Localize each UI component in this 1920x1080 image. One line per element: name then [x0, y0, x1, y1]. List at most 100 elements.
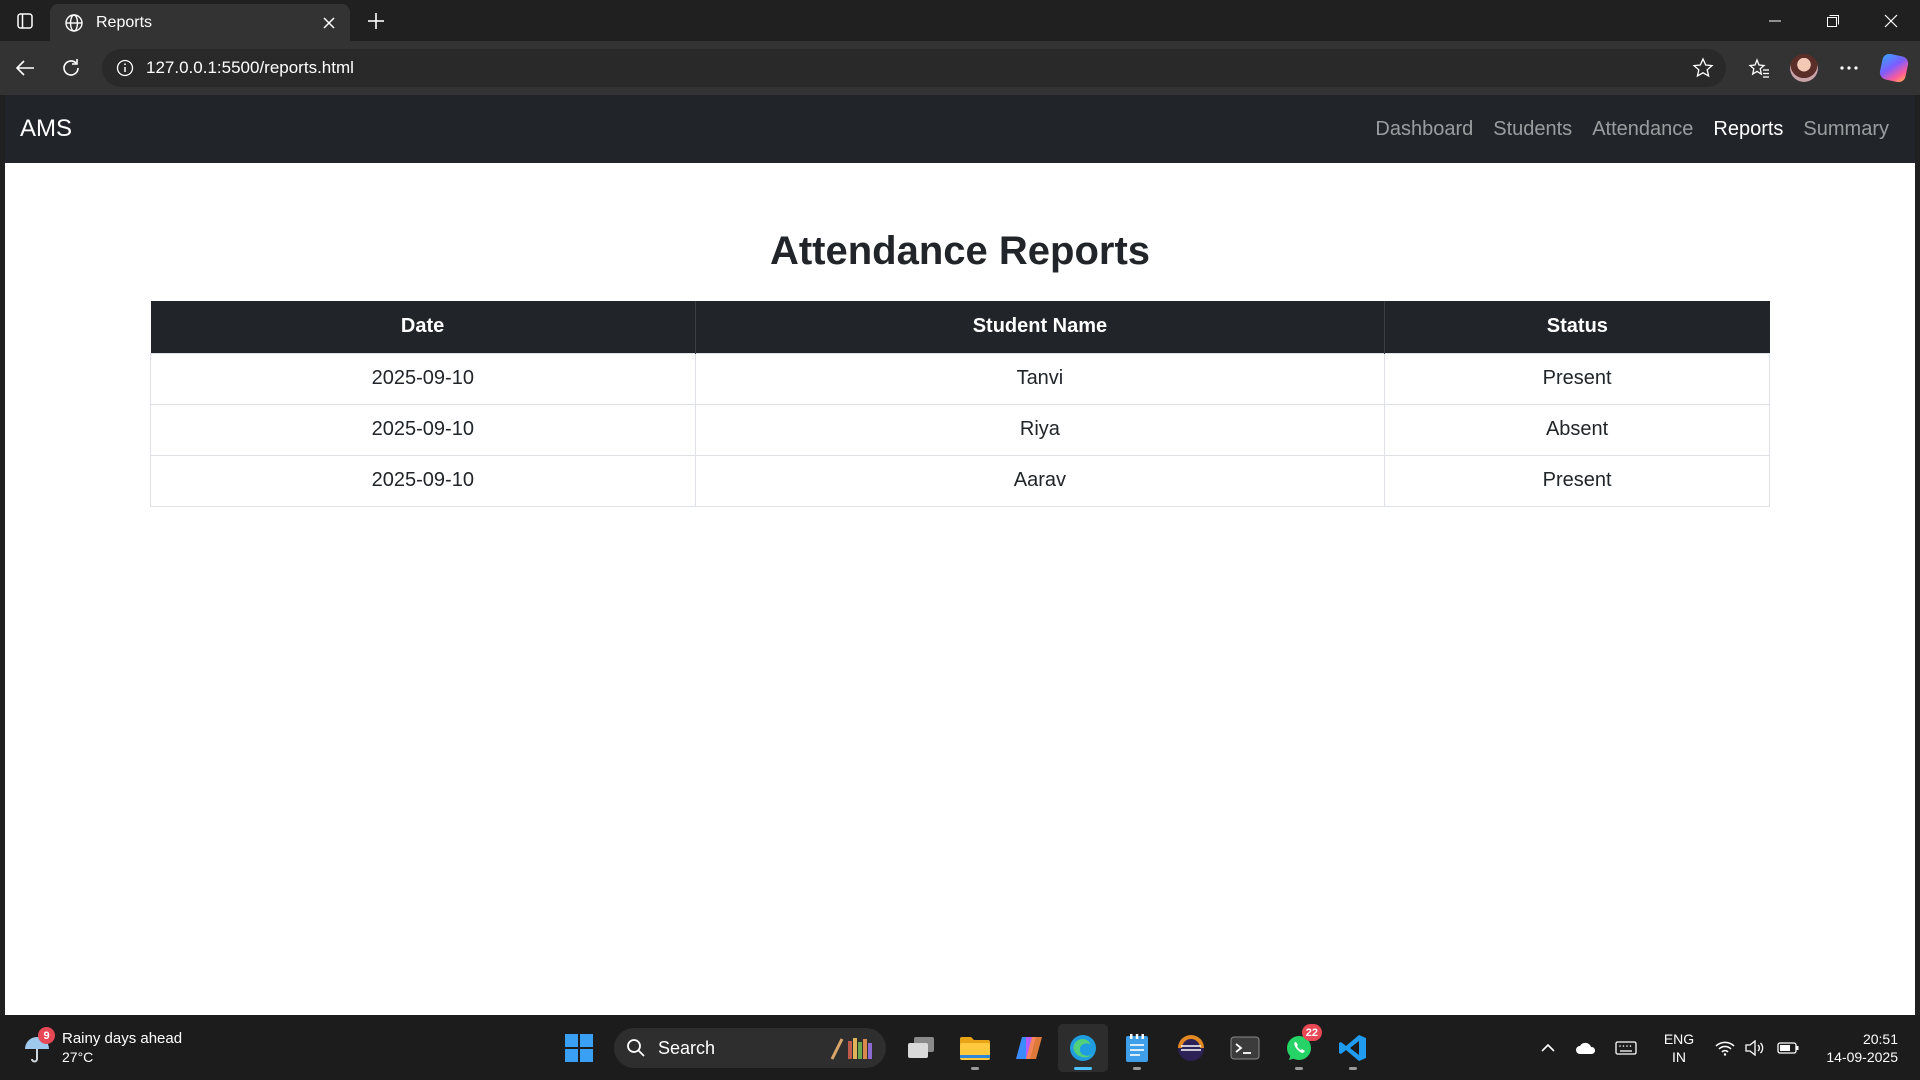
address-bar: 127.0.0.1:5500/reports.html [0, 41, 1920, 95]
umbrella-icon: 9 [22, 1027, 55, 1063]
refresh-button[interactable] [48, 45, 94, 91]
brand-logo[interactable]: AMS [20, 115, 72, 143]
close-icon [323, 16, 335, 29]
minimize-icon [1769, 20, 1781, 21]
language-code: ENG [1663, 1030, 1695, 1047]
cell-student-name: Tanvi [694, 352, 1386, 405]
cell-student-name: Aarav [694, 454, 1386, 507]
nav-link-dashboard[interactable]: Dashboard [1365, 118, 1483, 141]
restore-button[interactable] [1804, 0, 1862, 41]
column-header-status: Status [1384, 301, 1770, 353]
app-navbar: AMS Dashboard Students Attendance Report… [5, 95, 1915, 163]
running-indicator [971, 1067, 979, 1070]
taskbar-search[interactable]: Search [614, 1028, 886, 1068]
globe-icon [65, 13, 83, 32]
eclipse-icon [1178, 1035, 1204, 1061]
more-icon [1839, 66, 1858, 70]
volume-button[interactable] [1740, 1039, 1770, 1056]
file-explorer-button[interactable] [950, 1024, 1000, 1072]
search-label: Search [658, 1037, 716, 1058]
copilot-app-button[interactable] [1004, 1024, 1054, 1072]
region-code: IN [1672, 1048, 1686, 1065]
restore-icon [1827, 14, 1839, 27]
terminal-button[interactable] [1220, 1024, 1270, 1072]
cell-date: 2025-09-10 [150, 403, 696, 456]
url-field[interactable]: 127.0.0.1:5500/reports.html [102, 49, 1726, 87]
nav-link-attendance[interactable]: Attendance [1582, 118, 1703, 141]
whatsapp-badge: 22 [1301, 1024, 1322, 1041]
chevron-up-icon [1541, 1043, 1555, 1052]
notepad-button[interactable] [1112, 1024, 1162, 1072]
notepad-icon [1126, 1034, 1148, 1062]
whatsapp-button[interactable]: 22 [1274, 1024, 1324, 1072]
taskbar-apps: Search 22 [552, 1024, 1380, 1072]
column-header-student-name: Student Name [695, 301, 1386, 353]
running-indicator [1349, 1067, 1357, 1070]
info-icon[interactable] [116, 59, 134, 77]
language-indicator[interactable]: ENG IN [1654, 1030, 1704, 1066]
keyboard-button[interactable] [1606, 1040, 1646, 1056]
star-icon[interactable] [1692, 57, 1714, 79]
page-viewport: AMS Dashboard Students Attendance Report… [5, 95, 1915, 1015]
wifi-icon [1715, 1041, 1735, 1056]
wifi-button[interactable] [1710, 1040, 1740, 1056]
table-row: 2025-09-10 Aarav Present [150, 454, 1770, 507]
running-indicator [1133, 1067, 1141, 1070]
profile-button[interactable] [1781, 45, 1826, 91]
cell-status: Present [1384, 454, 1770, 507]
clock[interactable]: 20:51 14-09-2025 [1806, 1030, 1898, 1066]
nav-link-students[interactable]: Students [1483, 118, 1582, 141]
terminal-icon [1230, 1036, 1260, 1060]
plus-icon [368, 12, 384, 29]
back-button[interactable] [2, 45, 48, 91]
folder-icon [960, 1037, 990, 1060]
weather-widget[interactable]: 9 Rainy days ahead 27°C [22, 1027, 182, 1067]
tab-actions-button[interactable] [0, 0, 50, 41]
refresh-icon [63, 59, 79, 76]
vscode-button[interactable] [1328, 1024, 1378, 1072]
edge-icon [1070, 1035, 1096, 1061]
battery-button[interactable] [1770, 1041, 1806, 1054]
eclipse-button[interactable] [1166, 1024, 1216, 1072]
column-header-date: Date [150, 301, 696, 353]
copilot-button[interactable] [1871, 45, 1916, 91]
cell-status: Absent [1384, 403, 1770, 456]
battery-icon [1777, 1041, 1799, 1054]
browser-tab-bar: Reports [0, 0, 1920, 41]
close-window-button[interactable] [1862, 0, 1920, 41]
nav-link-reports[interactable]: Reports [1703, 118, 1793, 141]
more-options-button[interactable] [1826, 45, 1871, 91]
browser-tab[interactable]: Reports [50, 4, 350, 41]
task-view-button[interactable] [896, 1024, 946, 1072]
show-hidden-icons-button[interactable] [1530, 1043, 1566, 1053]
cell-status: Present [1384, 352, 1770, 405]
search-icon [627, 1039, 645, 1057]
onedrive-button[interactable] [1566, 1041, 1606, 1055]
start-button[interactable] [554, 1024, 604, 1072]
nav-link-summary[interactable]: Summary [1793, 118, 1899, 141]
vscode-icon [1339, 1035, 1366, 1061]
table-row: 2025-09-10 Tanvi Present [150, 352, 1770, 405]
weather-temperature: 27°C [62, 1049, 94, 1065]
running-indicator [1295, 1067, 1303, 1070]
window-controls [1746, 0, 1920, 41]
url-text: 127.0.0.1:5500/reports.html [146, 58, 354, 77]
taskbar: 9 Rainy days ahead 27°C Search 22 ENG IN… [0, 1015, 1920, 1080]
favorites-button[interactable] [1736, 45, 1781, 91]
cell-date: 2025-09-10 [150, 352, 696, 405]
minimize-button[interactable] [1746, 0, 1804, 41]
edge-button[interactable] [1058, 1024, 1108, 1072]
new-tab-button[interactable] [354, 0, 398, 41]
tab-actions-icon [17, 12, 33, 29]
running-indicator [1074, 1067, 1092, 1070]
speaker-icon [1745, 1039, 1764, 1056]
books-icon [830, 1038, 872, 1060]
keyboard-icon [1615, 1040, 1637, 1055]
arrow-left-icon [15, 60, 34, 76]
weather-badge: 9 [38, 1027, 55, 1044]
cell-student-name: Riya [694, 403, 1386, 456]
close-tab-button[interactable] [318, 12, 340, 34]
cloud-icon [1576, 1042, 1596, 1054]
attendance-report-table: Date Student Name Status 2025-09-10 Tanv… [150, 301, 1770, 507]
copilot-icon [1016, 1037, 1042, 1059]
